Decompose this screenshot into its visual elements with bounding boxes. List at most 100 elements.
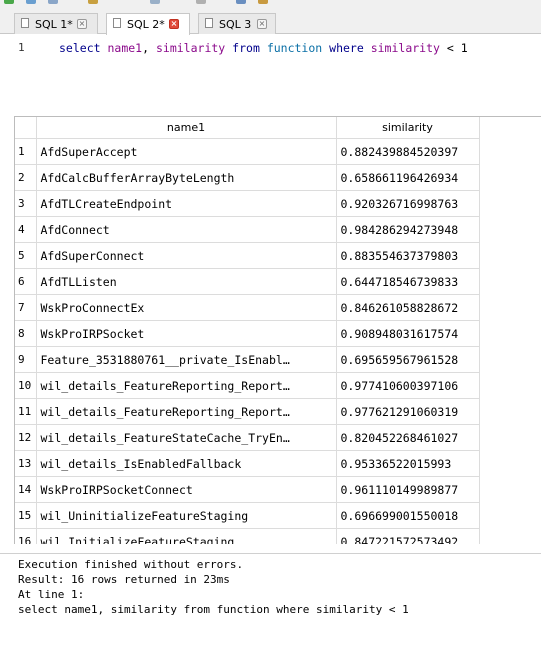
sql-editor[interactable]: 1 select name1, similarity from function… [0, 35, 541, 110]
status-line-3: At line 1: [18, 588, 85, 601]
cell-similarity[interactable]: 0.920326716998763 [335, 190, 480, 217]
replace-icon[interactable] [196, 0, 206, 4]
status-line-1: Execution finished without errors. [18, 558, 244, 571]
column-header-name1[interactable]: name1 [35, 117, 337, 139]
column-name1: name1 [107, 41, 143, 55]
cell-name1[interactable]: AfdConnect [35, 216, 337, 243]
tab-sql-1[interactable]: SQL 1* × [14, 13, 98, 34]
row-number[interactable]: 15 [15, 502, 37, 529]
row-number[interactable]: 14 [15, 476, 37, 503]
cell-similarity[interactable]: 0.882439884520397 [335, 138, 480, 165]
cell-similarity[interactable]: 0.658661196426934 [335, 164, 480, 191]
column-similarity: similarity [370, 41, 440, 55]
cell-similarity[interactable]: 0.696699001550018 [335, 502, 480, 529]
row-number[interactable]: 2 [15, 164, 37, 191]
cell-similarity[interactable]: 0.977410600397106 [335, 372, 480, 399]
operator: < [446, 41, 454, 55]
corner-cell[interactable] [15, 117, 37, 139]
line-number: 1 [18, 41, 25, 54]
cell-name1[interactable]: AfdCalcBufferArrayByteLength [35, 164, 337, 191]
table-row[interactable]: 13 wil_details_IsEnabledFallback 0.9533652… [15, 450, 480, 477]
row-number[interactable]: 16 [15, 528, 37, 544]
table-row[interactable]: 11 wil_details_FeatureReporting_Report… 0.… [15, 398, 480, 425]
close-icon[interactable]: × [257, 19, 267, 29]
close-icon[interactable]: × [169, 19, 179, 29]
cell-name1[interactable]: wil_details_IsEnabledFallback [35, 450, 337, 477]
table-row[interactable]: 4 AfdConnect 0.984286294273948 [15, 216, 480, 243]
column-header-similarity[interactable]: similarity [335, 117, 480, 139]
cell-name1[interactable]: wil_details_FeatureReporting_Report… [35, 372, 337, 399]
comment-icon[interactable] [236, 0, 246, 4]
row-number[interactable]: 8 [15, 320, 37, 347]
row-number[interactable]: 9 [15, 346, 37, 373]
keyword-where: where [329, 41, 364, 55]
table-row[interactable]: 2 AfdCalcBufferArrayByteLength 0.658661196… [15, 164, 480, 191]
cell-similarity[interactable]: 0.695659567961528 [335, 346, 480, 373]
row-number[interactable]: 6 [15, 268, 37, 295]
cell-similarity[interactable]: 0.847221572573492 [335, 528, 480, 544]
table-row[interactable]: 10 wil_details_FeatureReporting_Report… 0.… [15, 372, 480, 399]
table-row[interactable]: 7 WskProConnectEx 0.846261058828672 [15, 294, 480, 321]
cell-name1[interactable]: WskProIRPSocket [35, 320, 337, 347]
cell-similarity[interactable]: 0.846261058828672 [335, 294, 480, 321]
cell-name1[interactable]: WskProConnectEx [35, 294, 337, 321]
row-number[interactable]: 13 [15, 450, 37, 477]
line-number-gutter: 1 [0, 35, 44, 110]
row-number[interactable]: 12 [15, 424, 37, 451]
cell-similarity[interactable]: 0.644718546739833 [335, 268, 480, 295]
cell-name1[interactable]: wil_details_FeatureStateCache_TryEn… [35, 424, 337, 451]
close-icon[interactable]: × [77, 19, 87, 29]
cell-similarity[interactable]: 0.95336522015993 [335, 450, 480, 477]
table-row[interactable]: 3 AfdTLCreateEndpoint 0.920326716998763 [15, 190, 480, 217]
table-row[interactable]: 15 wil_UninitializeFeatureStaging 0.696699… [15, 502, 480, 529]
save-icon[interactable] [88, 0, 98, 4]
cell-name1[interactable]: wil_details_FeatureReporting_Report… [35, 398, 337, 425]
status-line-2: Result: 16 rows returned in 23ms [18, 573, 230, 586]
cell-name1[interactable]: AfdTLCreateEndpoint [35, 190, 337, 217]
column-similarity: similarity [155, 41, 226, 55]
cell-name1[interactable]: Feature_3531880761__private_IsEnabl… [35, 346, 337, 373]
stop-icon[interactable] [48, 0, 58, 4]
cell-similarity[interactable]: 0.820452268461027 [335, 424, 480, 451]
status-line-4: select name1, similarity from function w… [18, 603, 409, 616]
row-number[interactable]: 3 [15, 190, 37, 217]
results-grid[interactable]: name1 similarity 1 AfdSuperAccept 0.882439… [14, 116, 541, 544]
table-row[interactable]: 5 AfdSuperConnect 0.883554637379803 [15, 242, 480, 269]
row-number[interactable]: 5 [15, 242, 37, 269]
row-number[interactable]: 11 [15, 398, 37, 425]
row-number[interactable]: 10 [15, 372, 37, 399]
row-number[interactable]: 1 [15, 138, 37, 165]
cell-name1[interactable]: AfdSuperConnect [35, 242, 337, 269]
cell-name1[interactable]: wil_InitializeFeatureStaging [35, 528, 337, 544]
table-row[interactable]: 12 wil_details_FeatureStateCache_TryEn… 0.… [15, 424, 480, 451]
cell-name1[interactable]: WskProIRPSocketConnect [35, 476, 337, 503]
tab-label: SQL 1* [35, 18, 73, 31]
find-icon[interactable] [150, 0, 160, 4]
execution-log[interactable]: Execution finished without errors. Resul… [0, 553, 541, 648]
results-table: name1 similarity 1 AfdSuperAccept 0.882439… [15, 117, 480, 544]
sql-code-line[interactable]: select name1, similarity from function w… [59, 41, 468, 55]
cell-similarity[interactable]: 0.908948031617574 [335, 320, 480, 347]
row-number[interactable]: 7 [15, 294, 37, 321]
number-literal: 1 [460, 41, 468, 55]
editor-tab-bar: SQL 1* × SQL 2* × SQL 3 × [0, 10, 541, 35]
table-row[interactable]: 1 AfdSuperAccept 0.882439884520397 [15, 138, 480, 165]
table-row[interactable]: 8 WskProIRPSocket 0.908948031617574 [15, 320, 480, 347]
table-row[interactable]: 16 wil_InitializeFeatureStaging 0.84722157… [15, 528, 480, 544]
execute-icon[interactable] [4, 0, 14, 4]
cell-name1[interactable]: AfdTLListen [35, 268, 337, 295]
cell-name1[interactable]: AfdSuperAccept [35, 138, 337, 165]
cell-name1[interactable]: wil_UninitializeFeatureStaging [35, 502, 337, 529]
execute-line-icon[interactable] [26, 0, 36, 4]
table-row[interactable]: 14 WskProIRPSocketConnect 0.96111014998987… [15, 476, 480, 503]
indent-icon[interactable] [258, 0, 268, 4]
table-row[interactable]: 9 Feature_3531880761__private_IsEnabl… 0.6… [15, 346, 480, 373]
cell-similarity[interactable]: 0.984286294273948 [335, 216, 480, 243]
tab-sql-2[interactable]: SQL 2* × [106, 13, 190, 35]
cell-similarity[interactable]: 0.961110149989877 [335, 476, 480, 503]
row-number[interactable]: 4 [15, 216, 37, 243]
tab-sql-3[interactable]: SQL 3 × [198, 13, 276, 34]
cell-similarity[interactable]: 0.883554637379803 [335, 242, 480, 269]
cell-similarity[interactable]: 0.977621291060319 [335, 398, 480, 425]
table-row[interactable]: 6 AfdTLListen 0.644718546739833 [15, 268, 480, 295]
